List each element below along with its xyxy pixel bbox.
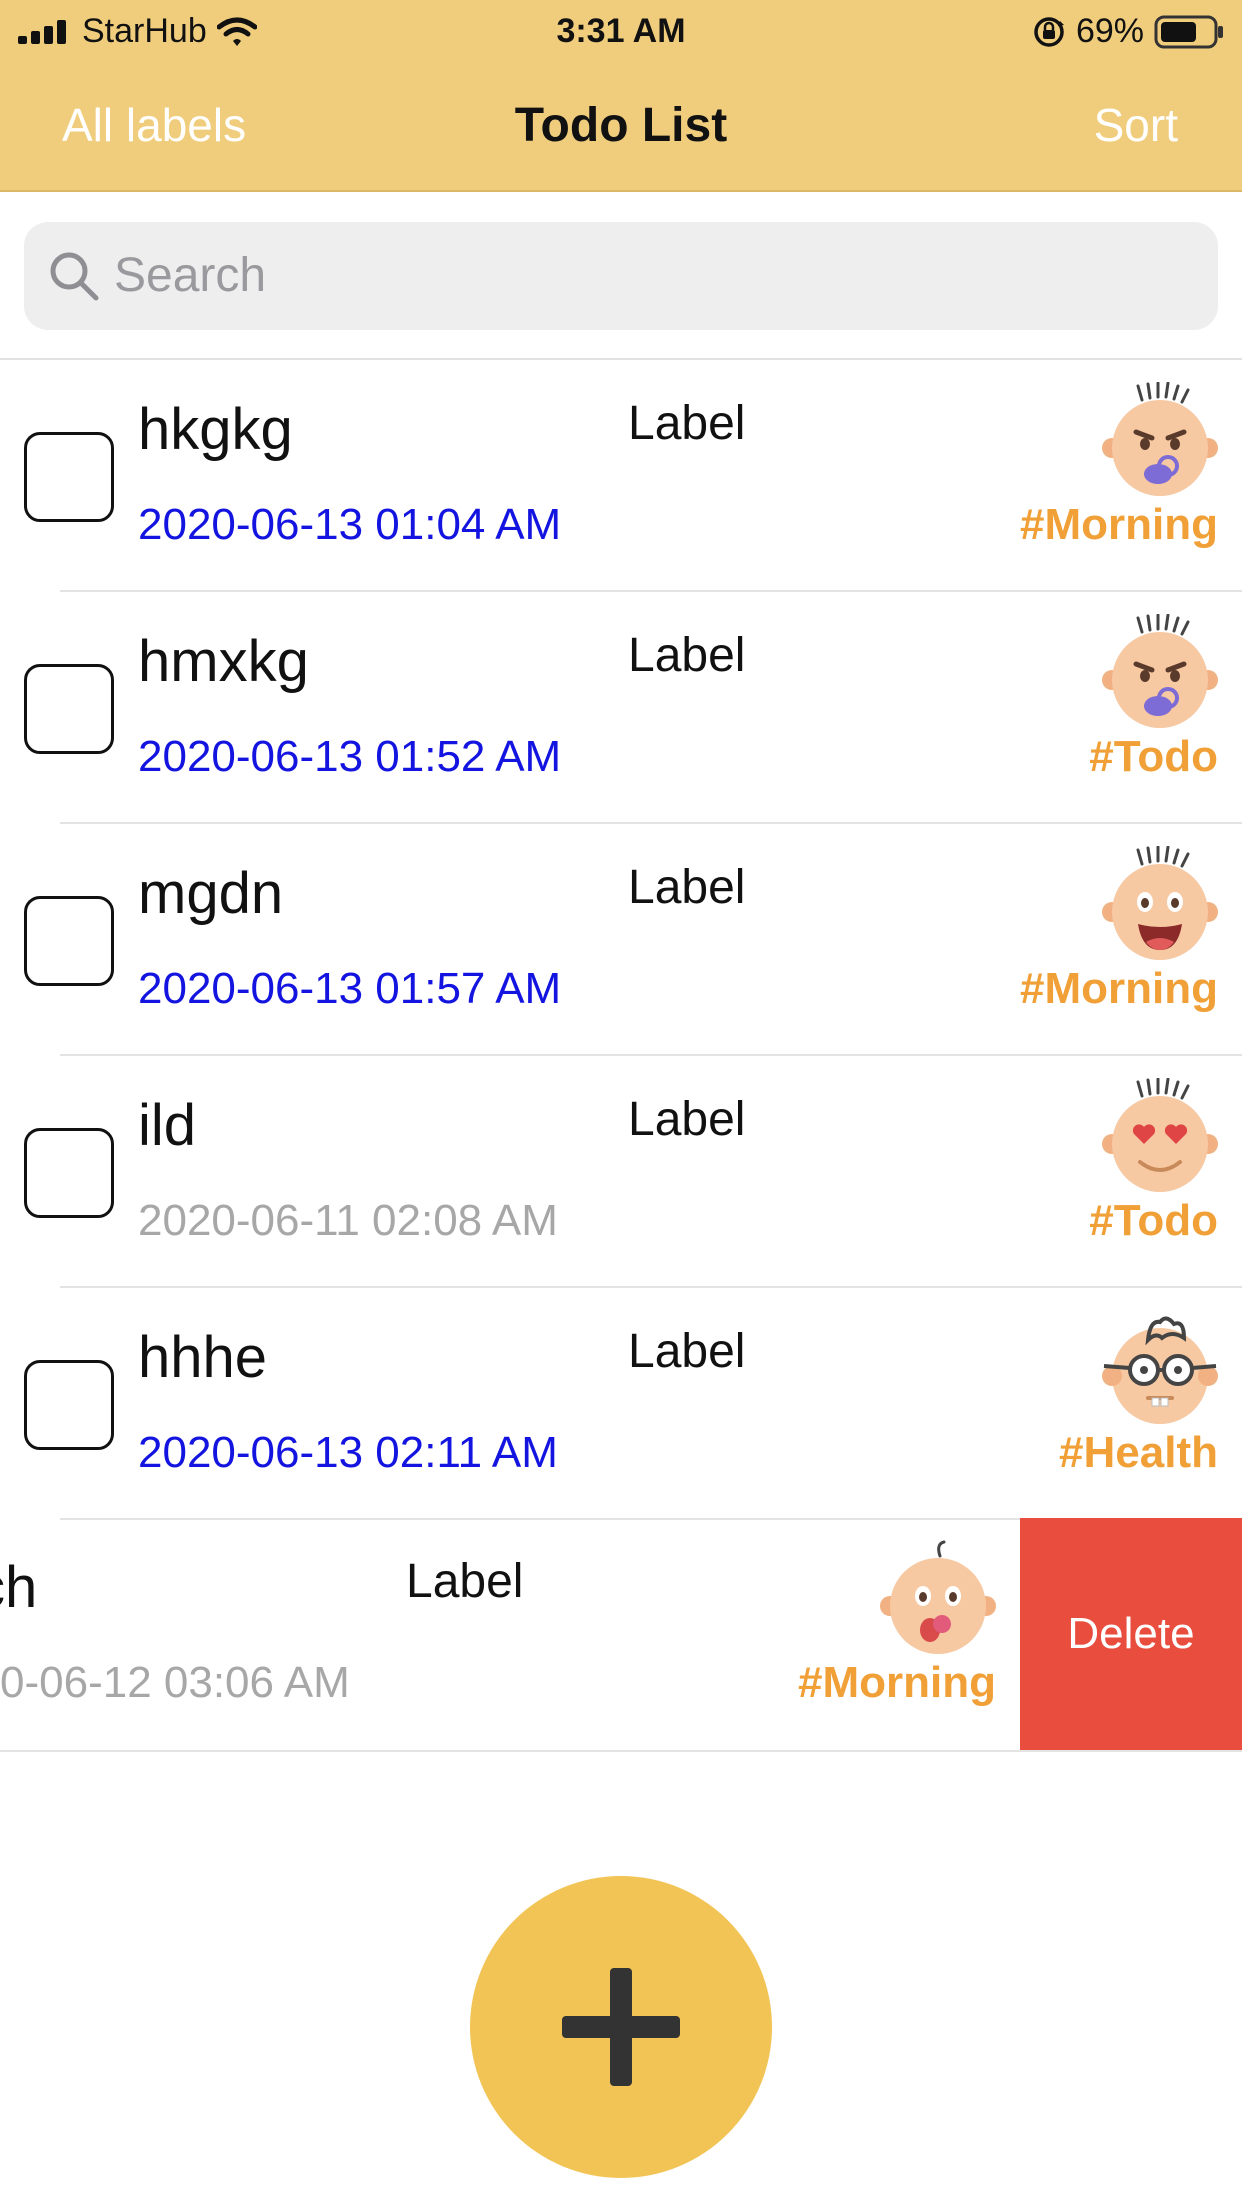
header: StarHub 3:31 AM 69% All labels Todo List…	[0, 0, 1242, 192]
todo-row[interactable]: hhhe 2020-06-13 02:11 AM Label #Health	[0, 1288, 1242, 1520]
nav-bar: All labels Todo List Sort	[0, 90, 1242, 164]
todo-tag: #Morning	[1020, 500, 1218, 549]
checkbox[interactable]	[24, 432, 114, 522]
delete-label: Delete	[1067, 1609, 1195, 1658]
todo-row[interactable]: mgdn 2020-06-13 01:57 AM Label #Morning	[0, 824, 1242, 1056]
battery-percent: 69%	[1075, 12, 1144, 50]
todo-label: Label	[406, 1555, 524, 1608]
todo-date: 0-06-12 03:06 AM	[0, 1658, 350, 1707]
search-bar[interactable]	[24, 222, 1218, 330]
todo-row-swiped[interactable]: ch 0-06-12 03:06 AM Label #Morning Delet…	[0, 1518, 1242, 1752]
todo-title: ch	[0, 1555, 38, 1620]
baby-tongue-icon	[880, 1540, 996, 1654]
todo-label: Label	[628, 397, 746, 450]
delete-button[interactable]: Delete	[1020, 1518, 1242, 1750]
angry-baby-pacifier-icon	[1102, 382, 1218, 496]
nerd-glasses-icon	[1102, 1316, 1218, 1424]
todo-tag: #Todo	[1089, 732, 1218, 781]
checkbox[interactable]	[24, 1128, 114, 1218]
todo-row[interactable]: hmxkg 2020-06-13 01:52 AM Label #Todo	[0, 592, 1242, 824]
todo-tag: #Health	[1059, 1428, 1218, 1477]
search-input[interactable]	[114, 240, 1194, 310]
checkbox[interactable]	[24, 896, 114, 986]
angry-baby-pacifier-icon	[1102, 614, 1218, 728]
todo-label: Label	[628, 1093, 746, 1146]
rotation-lock-icon	[1034, 16, 1064, 47]
todo-row[interactable]: hkgkg 2020-06-13 01:04 AM Label #Morning	[0, 360, 1242, 592]
todo-row[interactable]: ild 2020-06-11 02:08 AM Label #Todo	[0, 1056, 1242, 1288]
page-title: Todo List	[514, 99, 728, 152]
status-right: 69%	[1032, 12, 1224, 51]
todo-title: hmxkg	[138, 629, 309, 694]
heart-eyes-baby-icon	[1102, 1078, 1218, 1192]
todo-tag: #Morning	[798, 1658, 996, 1707]
todo-date: 2020-06-11 02:08 AM	[138, 1196, 558, 1245]
todo-list-screen: StarHub 3:31 AM 69% All labels Todo List…	[0, 0, 1242, 2208]
todo-title: hkgkg	[138, 397, 293, 462]
todo-label: Label	[628, 1325, 746, 1378]
plus-icon	[562, 1968, 680, 2086]
todo-label: Label	[628, 629, 746, 682]
todo-title: ild	[138, 1093, 197, 1158]
laughing-baby-icon	[1102, 846, 1218, 960]
checkbox[interactable]	[24, 664, 114, 754]
battery-icon	[1154, 15, 1223, 48]
todo-date: 2020-06-13 01:04 AM	[138, 500, 562, 549]
todo-date: 2020-06-13 01:57 AM	[138, 964, 562, 1013]
todo-label: Label	[628, 861, 746, 914]
add-todo-button[interactable]	[470, 1876, 772, 2178]
status-bar: StarHub 3:31 AM 69%	[0, 0, 1242, 60]
search-icon	[50, 252, 99, 301]
sort-button[interactable]: Sort	[1094, 98, 1178, 152]
checkbox[interactable]	[24, 1360, 114, 1450]
todo-tag: #Todo	[1089, 1196, 1218, 1245]
todo-tag: #Morning	[1020, 964, 1218, 1013]
todo-row[interactable]: ch 0-06-12 03:06 AM Label #Morning	[0, 1518, 1020, 1750]
todo-title: hhhe	[138, 1325, 268, 1390]
todo-date: 2020-06-13 02:11 AM	[138, 1428, 558, 1477]
todo-title: mgdn	[138, 861, 284, 926]
todo-date: 2020-06-13 01:52 AM	[138, 732, 562, 781]
